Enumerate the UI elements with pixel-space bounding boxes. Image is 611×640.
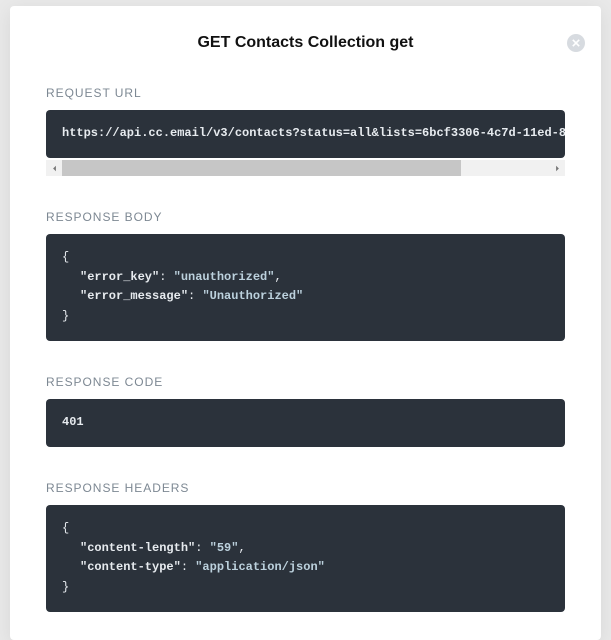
json-value: "unauthorized" bbox=[174, 270, 275, 284]
json-key: "content-type" bbox=[80, 560, 181, 574]
response-body-code: { "error_key": "unauthorized", "error_me… bbox=[46, 234, 565, 341]
json-value: "59" bbox=[210, 541, 239, 555]
chevron-right-icon bbox=[554, 159, 561, 177]
request-url-code: https://api.cc.email/v3/contacts?status=… bbox=[46, 110, 565, 158]
response-code-code: 401 bbox=[46, 399, 565, 447]
response-code-value: 401 bbox=[62, 415, 84, 429]
chevron-left-icon bbox=[51, 159, 58, 177]
json-close-brace: } bbox=[62, 307, 549, 327]
json-open-brace: { bbox=[62, 519, 549, 539]
response-headers-code: { "content-length": "59", "content-type"… bbox=[46, 505, 565, 612]
scroll-left-button[interactable] bbox=[46, 160, 62, 176]
api-response-modal: GET Contacts Collection get REQUEST URL … bbox=[10, 6, 601, 640]
request-url-block: https://api.cc.email/v3/contacts?status=… bbox=[46, 110, 565, 176]
modal-title: GET Contacts Collection get bbox=[10, 6, 601, 52]
label-response-headers: RESPONSE HEADERS bbox=[46, 481, 565, 495]
json-key: "error_key" bbox=[80, 270, 159, 284]
json-row: "content-type": "application/json" bbox=[62, 558, 549, 578]
horizontal-scrollbar[interactable] bbox=[46, 160, 565, 176]
json-row: "error_key": "unauthorized", bbox=[62, 268, 549, 288]
json-key: "error_message" bbox=[80, 289, 188, 303]
scroll-right-button[interactable] bbox=[549, 160, 565, 176]
label-response-body: RESPONSE BODY bbox=[46, 210, 565, 224]
json-row: "error_message": "Unauthorized" bbox=[62, 287, 549, 307]
close-icon bbox=[572, 34, 580, 52]
request-url-text: https://api.cc.email/v3/contacts?status=… bbox=[62, 126, 565, 140]
modal-content: REQUEST URL https://api.cc.email/v3/cont… bbox=[10, 86, 601, 640]
label-response-code: RESPONSE CODE bbox=[46, 375, 565, 389]
json-key: "content-length" bbox=[80, 541, 195, 555]
scrollbar-thumb[interactable] bbox=[62, 160, 461, 176]
json-value: "Unauthorized" bbox=[202, 289, 303, 303]
close-button[interactable] bbox=[567, 34, 585, 52]
scrollbar-track[interactable] bbox=[62, 160, 549, 176]
json-value: "application/json" bbox=[195, 560, 325, 574]
label-request-url: REQUEST URL bbox=[46, 86, 565, 100]
json-close-brace: } bbox=[62, 578, 549, 598]
json-row: "content-length": "59", bbox=[62, 539, 549, 559]
json-open-brace: { bbox=[62, 248, 549, 268]
